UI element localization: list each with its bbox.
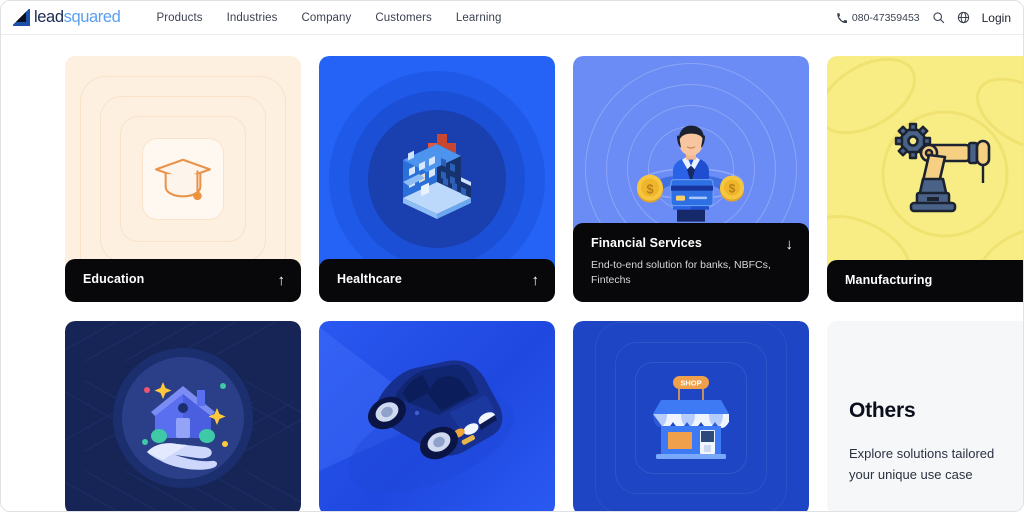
shop-sign-label: SHOP — [680, 379, 701, 388]
banker-with-coins-icon: $ $ — [625, 118, 757, 236]
logo[interactable]: leadsquared — [13, 8, 121, 27]
card-title: Healthcare — [337, 272, 402, 286]
logo-wordmark: leadsquared — [34, 8, 121, 27]
svg-text:$: $ — [729, 182, 736, 196]
nav-item-customers[interactable]: Customers — [375, 12, 432, 24]
manufacturing-label-bar[interactable]: Manufacturing — [827, 260, 1023, 302]
card-healthcare[interactable]: Healthcare ↑ — [319, 56, 555, 302]
browser-viewport: leadsquared Products Industries Company … — [0, 0, 1024, 512]
search-icon[interactable] — [932, 11, 945, 24]
svg-text:$: $ — [646, 182, 654, 197]
others-description-line-1: Explore solutions tailored — [849, 446, 995, 461]
card-automotive[interactable] — [319, 321, 555, 511]
automotive-artwork — [319, 321, 555, 511]
card-description: End-to-end solution for banks, NBFCs, Fi… — [591, 258, 771, 286]
header-actions: 080-47359453 Login — [837, 11, 1011, 25]
card-financial-services[interactable]: $ $ Financial Services End-to-end soluti… — [573, 56, 809, 302]
phone-link[interactable]: 080-47359453 — [837, 12, 920, 24]
card-manufacturing[interactable]: Manufacturing — [827, 56, 1023, 302]
graduation-cap-icon — [152, 153, 214, 205]
storefront-icon: SHOP — [643, 374, 739, 462]
phone-icon — [837, 12, 847, 23]
main-nav: Products Industries Company Customers Le… — [156, 12, 501, 24]
others-description: Explore solutions tailored your unique u… — [849, 443, 1023, 486]
education-label-bar[interactable]: Education ↑ — [65, 259, 301, 302]
real-estate-artwork — [65, 321, 301, 511]
card-title: Financial Services — [591, 235, 702, 250]
card-education[interactable]: Education ↑ — [65, 56, 301, 302]
car-icon — [319, 327, 514, 493]
financial-services-label-bar[interactable]: Financial Services End-to-end solution f… — [573, 222, 809, 302]
nav-item-company[interactable]: Company — [301, 12, 351, 24]
others-arrow-right-icon[interactable]: → — [849, 502, 1023, 511]
site-header: leadsquared Products Industries Company … — [1, 1, 1023, 35]
card-title: Manufacturing — [845, 273, 933, 287]
nav-item-industries[interactable]: Industries — [227, 12, 278, 24]
hand-holding-house-icon — [125, 360, 241, 476]
healthcare-label-bar[interactable]: Healthcare ↑ — [319, 259, 555, 302]
others-description-line-2: your unique use case — [849, 467, 973, 483]
logo-text-lead: lead — [34, 8, 64, 27]
logo-text-squared: squared — [63, 8, 121, 27]
hospital-building-icon — [379, 120, 495, 224]
card-others[interactable]: Others Explore solutions tailored your u… — [827, 321, 1023, 511]
card-arrow-down-icon[interactable]: ↓ — [786, 237, 794, 252]
card-title: Education — [83, 272, 145, 286]
card-arrow-up-icon[interactable]: ↑ — [532, 273, 540, 288]
robotic-arm-icon — [893, 121, 997, 217]
industry-card-grid: Education ↑ Healthcare ↑ $ $ Financial S… — [65, 56, 1023, 511]
nav-item-learning[interactable]: Learning — [456, 12, 502, 24]
login-button[interactable]: Login — [982, 11, 1011, 25]
retail-artwork: SHOP — [573, 321, 809, 511]
globe-icon[interactable] — [957, 11, 970, 24]
nav-item-products[interactable]: Products — [156, 12, 202, 24]
card-real-estate[interactable] — [65, 321, 301, 511]
others-title: Others — [849, 399, 916, 422]
leadsquared-logo-mark-icon — [13, 9, 30, 26]
card-arrow-up-icon[interactable]: ↑ — [278, 273, 286, 288]
card-retail[interactable]: SHOP — [573, 321, 809, 511]
phone-number: 080-47359453 — [851, 11, 920, 24]
